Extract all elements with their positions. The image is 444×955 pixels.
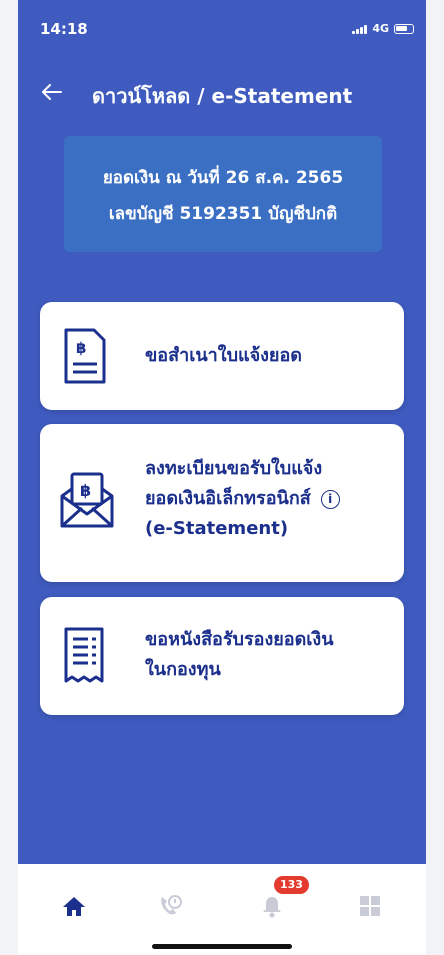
register-estatement-label-line2-text: ยอดเงินอิเล็กทรอนิกส์	[145, 488, 311, 509]
support-icon	[161, 895, 182, 915]
bell-icon	[263, 897, 281, 918]
fund-certificate-card[interactable]: ขอหนังสือรับรองยอดเงิน ในกองทุน	[40, 597, 404, 715]
account-info-box: ยอดเงิน ณ วันที่ 26 ส.ค. 2565 เลขบัญชี 5…	[64, 136, 382, 252]
home-indicator	[152, 944, 292, 949]
home-icon	[63, 897, 85, 916]
status-indicators: 4G	[352, 22, 414, 35]
notification-badge: 133	[274, 876, 309, 894]
back-button[interactable]	[36, 76, 68, 108]
nav-menu[interactable]	[348, 886, 392, 926]
bottom-nav: 133	[18, 864, 426, 955]
baht-document-icon: ฿	[64, 328, 106, 384]
svg-text:฿: ฿	[76, 339, 86, 357]
network-label: 4G	[372, 22, 389, 35]
account-number: เลขบัญชี 5192351 บัญชีปกติ	[108, 204, 338, 224]
receipt-icon	[64, 627, 104, 683]
nav-support[interactable]	[148, 886, 192, 926]
signal-icon	[352, 24, 368, 34]
register-estatement-label-line2: ยอดเงินอิเล็กทรอนิกส์ i	[145, 484, 340, 514]
fund-certificate-label-line1: ขอหนังสือรับรองยอดเงิน	[145, 629, 334, 650]
request-statement-copy-label: ขอสำเนาใบแจ้งยอด	[145, 345, 302, 366]
grid-icon	[360, 896, 380, 916]
nav-notifications[interactable]: 133	[250, 876, 309, 926]
phone-screen: 14:18 4G ดาวน์โหลด / e-Statement ยอดเงิน…	[18, 0, 426, 955]
register-estatement-label-line1: ลงทะเบียนขอรับใบแจ้ง	[145, 458, 323, 479]
fund-certificate-label: ขอหนังสือรับรองยอดเงิน ในกองทุน	[145, 625, 334, 685]
register-estatement-label-line3: (e-Statement)	[145, 518, 289, 539]
arrow-left-icon	[42, 84, 62, 100]
status-time: 14:18	[40, 20, 88, 38]
nav-home[interactable]	[52, 886, 96, 926]
register-estatement-label: ลงทะเบียนขอรับใบแจ้ง ยอดเงินอิเล็กทรอนิก…	[145, 454, 340, 544]
app-header: ดาวน์โหลด / e-Statement	[18, 72, 426, 116]
page-title: ดาวน์โหลด / e-Statement	[92, 84, 353, 108]
register-estatement-card[interactable]: ฿ ลงทะเบียนขอรับใบแจ้ง ยอดเงินอิเล็กทรอน…	[40, 424, 404, 582]
battery-icon	[394, 23, 414, 34]
balance-date: ยอดเงิน ณ วันที่ 26 ส.ค. 2565	[102, 168, 344, 188]
status-bar: 14:18 4G	[18, 0, 426, 60]
baht-envelope-icon: ฿	[60, 472, 114, 528]
info-icon[interactable]: i	[320, 489, 340, 509]
svg-text:฿: ฿	[80, 481, 91, 500]
fund-certificate-label-line2: ในกองทุน	[145, 659, 221, 680]
request-statement-copy-card[interactable]: ฿ ขอสำเนาใบแจ้งยอด	[40, 302, 404, 410]
